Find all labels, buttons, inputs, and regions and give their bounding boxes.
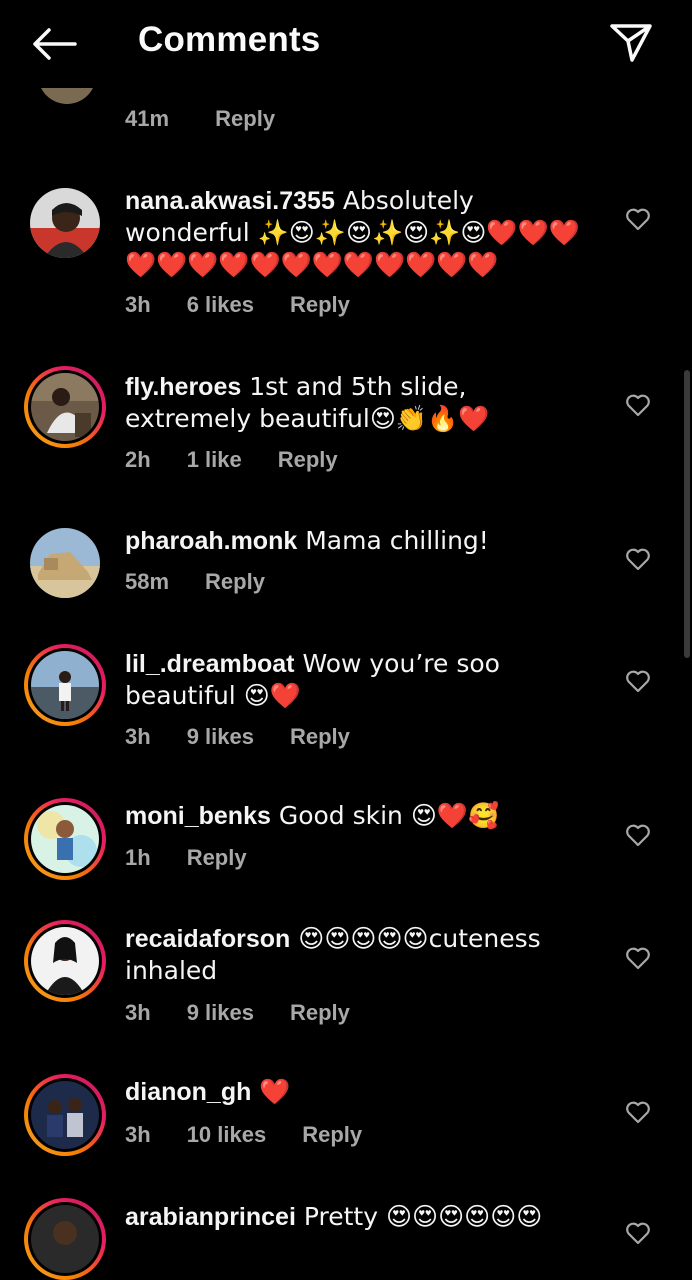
reply-button[interactable]: Reply: [290, 724, 350, 750]
avatar-photo: [31, 373, 99, 441]
comment-time: 1h: [125, 845, 151, 870]
comment-time: 3h: [125, 1000, 151, 1025]
reply-button[interactable]: Reply: [278, 447, 338, 473]
avatar-photo: [31, 1205, 99, 1273]
back-button[interactable]: [28, 22, 80, 66]
comment-meta: 3h 9 likes Reply: [125, 1000, 386, 1026]
heart-outline-icon: [626, 548, 650, 571]
share-button[interactable]: [606, 20, 656, 66]
avatar-photo: [31, 651, 99, 719]
reply-button[interactable]: Reply: [205, 569, 265, 595]
comment-time: 3h: [125, 292, 151, 317]
likes-count[interactable]: 10 likes: [187, 1122, 267, 1148]
comment-body: fly.heroes 1st and 5th slide, extremely …: [125, 371, 595, 435]
comment-body: recaidaforson 😍😍😍😍😍cuteness inhaled: [125, 923, 595, 987]
heart-outline-icon: [626, 1222, 650, 1245]
comment-time: 41m: [125, 106, 170, 131]
comment-body: moni_benks Good skin 😍❤️🥰: [125, 800, 595, 832]
avatar-photo: [31, 805, 99, 873]
avatar[interactable]: [24, 366, 106, 448]
heart-outline-icon: [626, 394, 650, 417]
likes-count[interactable]: 9 likes: [187, 724, 254, 750]
like-button[interactable]: [624, 668, 652, 694]
avatar-photo: [30, 188, 100, 258]
comment-username[interactable]: nana.akwasi.7355: [125, 187, 335, 215]
likes-count[interactable]: 1 like: [187, 447, 242, 473]
reply-button[interactable]: Reply: [290, 1000, 350, 1026]
comment-time: 2h: [125, 447, 151, 472]
comment-text: Mama chilling!: [297, 526, 489, 555]
comment-meta: 3h 6 likes Reply: [125, 292, 386, 318]
comment-text: ❤️: [251, 1077, 291, 1106]
comment-meta: 58m Reply: [125, 569, 301, 595]
like-button[interactable]: [624, 1220, 652, 1246]
comment-body: lil_.dreamboat Wow you’re soo beautiful …: [125, 648, 595, 712]
paper-plane-icon: [610, 24, 652, 62]
page-title: Comments: [138, 20, 321, 59]
reply-button[interactable]: Reply: [302, 1122, 362, 1148]
like-button[interactable]: [624, 1099, 652, 1125]
avatar[interactable]: [24, 1074, 106, 1156]
comment-text: Good skin 😍❤️🥰: [270, 801, 500, 830]
avatar-photo: [31, 1081, 99, 1149]
comment-username[interactable]: lil_.dreamboat: [125, 650, 295, 678]
avatar[interactable]: [24, 920, 106, 1002]
comment-meta: 2h 1 like Reply: [125, 447, 374, 473]
avatar[interactable]: [30, 528, 100, 598]
comment-body: nana.akwasi.7355 Absolutely wonderful ✨😍…: [125, 185, 595, 281]
avatar[interactable]: [30, 188, 100, 258]
arrow-left-icon: [33, 28, 77, 60]
likes-count[interactable]: 9 likes: [187, 1000, 254, 1026]
like-button[interactable]: [624, 822, 652, 848]
comment-time: 58m: [125, 569, 170, 594]
comment-meta: 3h 10 likes Reply: [125, 1122, 398, 1148]
comment-username[interactable]: moni_benks: [125, 802, 271, 830]
comment-meta: 1h Reply: [125, 845, 283, 871]
like-button[interactable]: [624, 546, 652, 572]
reply-button[interactable]: Reply: [290, 292, 350, 318]
heart-outline-icon: [626, 670, 650, 693]
avatar[interactable]: [24, 798, 106, 880]
likes-count[interactable]: 6 likes: [187, 292, 254, 318]
comment-time: 3h: [125, 1122, 151, 1147]
reply-button[interactable]: Reply: [215, 106, 275, 131]
heart-outline-icon: [626, 824, 650, 847]
comment-username[interactable]: fly.heroes: [125, 373, 241, 401]
like-button[interactable]: [624, 392, 652, 418]
comment-username[interactable]: pharoah.monk: [125, 527, 297, 555]
avatar-photo: [31, 927, 99, 995]
comment-time: 3h: [125, 724, 151, 749]
heart-outline-icon: [626, 208, 650, 231]
like-button[interactable]: [624, 206, 652, 232]
comment-meta: 3h 9 likes Reply: [125, 724, 386, 750]
comment-text: Pretty 😍😍😍😍😍😍: [295, 1202, 543, 1231]
heart-outline-icon: [626, 947, 650, 970]
scrollbar[interactable]: [684, 370, 690, 658]
comment-body: pharoah.monk Mama chilling!: [125, 525, 595, 557]
avatar-photo: [30, 528, 100, 598]
avatar[interactable]: [24, 644, 106, 726]
comment-username[interactable]: dianon_gh: [125, 1078, 251, 1106]
heart-outline-icon: [626, 1101, 650, 1124]
like-button[interactable]: [624, 945, 652, 971]
comment-body: dianon_gh ❤️: [125, 1076, 595, 1108]
top-bar: Comments: [0, 0, 692, 88]
reply-button[interactable]: Reply: [187, 845, 247, 871]
comment-username[interactable]: recaidaforson: [125, 925, 290, 953]
comment-body: arabianprincei Pretty 😍😍😍😍😍😍: [125, 1201, 595, 1233]
comment-meta: 41m Reply: [125, 106, 315, 132]
comment-username[interactable]: arabianprincei: [125, 1203, 296, 1231]
avatar[interactable]: [24, 1198, 106, 1280]
